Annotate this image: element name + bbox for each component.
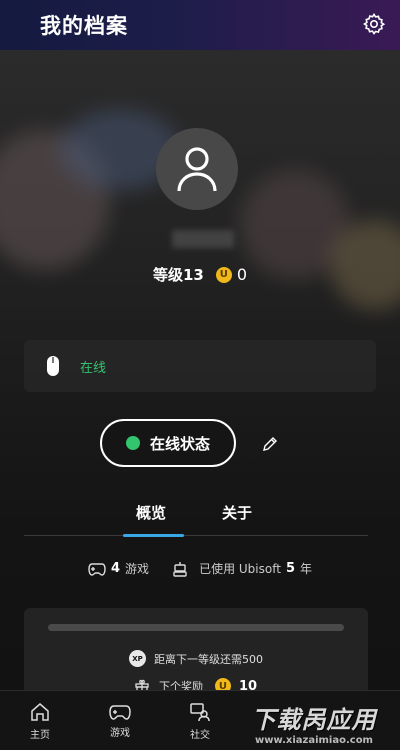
- profile-tabs: 概览 关于: [24, 494, 368, 537]
- level-label: 等级13: [152, 266, 204, 284]
- gear-icon[interactable]: [362, 12, 386, 36]
- coin-value: 0: [236, 265, 248, 284]
- games-count: 4: [111, 561, 121, 576]
- ubisoft-years-stat: 已使用 Ubisoft 5 年: [173, 560, 312, 577]
- watermark: 下载呙应用 www.xiazaimiao.com: [234, 700, 394, 746]
- avatar[interactable]: [156, 128, 238, 210]
- nav-home[interactable]: 主页: [0, 691, 80, 750]
- gift-icon: [135, 679, 149, 690]
- ubisoft-years: 5: [285, 561, 295, 576]
- stats-row: 4 游戏 已使用 Ubisoft 5 年: [0, 560, 400, 577]
- xp-card: XP 距离下一等级还需500 下个奖励 U 10: [24, 608, 368, 690]
- profile-hero: 等级13 U 0 在线 在线状态 概览 关于 4 游戏 已使用 Ubisoft …: [0, 50, 400, 690]
- nav-games-label: 游戏: [110, 727, 130, 739]
- coin-icon: U: [215, 266, 232, 283]
- online-dot-icon: [125, 436, 140, 450]
- xp-progress-bar: [48, 624, 344, 631]
- nav-games[interactable]: 游戏: [80, 691, 160, 750]
- nav-home-label: 主页: [30, 729, 50, 741]
- xp-line: XP 距离下一等级还需500: [24, 650, 368, 667]
- mouse-icon: [47, 356, 59, 376]
- tab-about[interactable]: 关于: [222, 502, 252, 523]
- page-title: 我的档案: [40, 14, 128, 38]
- username-redacted: [172, 230, 234, 248]
- user-icon: [177, 147, 217, 192]
- games-stat: 4 游戏: [88, 560, 149, 577]
- gamepad-icon: [109, 704, 131, 720]
- watermark-url: www.xiazaimiao.com: [255, 735, 373, 746]
- tab-overview[interactable]: 概览: [136, 502, 166, 523]
- level-row: 等级13 U 0: [0, 264, 400, 285]
- reward-label: 下个奖励: [158, 680, 203, 690]
- watermark-main: 下载呙应用: [251, 706, 377, 734]
- online-status-button[interactable]: 在线状态: [100, 419, 236, 467]
- nav-social[interactable]: 社交: [160, 691, 240, 750]
- nav-social-label: 社交: [190, 729, 210, 741]
- coin-icon: U: [214, 678, 231, 690]
- next-level-text: 距离下一等级还需500: [154, 652, 263, 666]
- reward-value: 10: [238, 678, 258, 691]
- ubisoft-prefix: 已使用 Ubisoft: [199, 562, 281, 576]
- xp-icon: XP: [129, 650, 146, 667]
- app-header: 我的档案: [0, 0, 400, 50]
- years-label: 年: [299, 562, 312, 576]
- online-status-text: 在线: [80, 360, 107, 376]
- robot-icon: [173, 561, 187, 577]
- games-label: 游戏: [125, 562, 150, 576]
- reward-line: 下个奖励 U 10: [24, 678, 368, 690]
- status-card: 在线: [24, 340, 376, 392]
- home-icon: [31, 702, 49, 721]
- pencil-icon[interactable]: [262, 436, 278, 452]
- gamepad-icon: [88, 562, 106, 576]
- online-status-button-label: 在线状态: [149, 434, 210, 453]
- social-icon: [190, 702, 210, 721]
- active-tab-indicator: [123, 534, 184, 537]
